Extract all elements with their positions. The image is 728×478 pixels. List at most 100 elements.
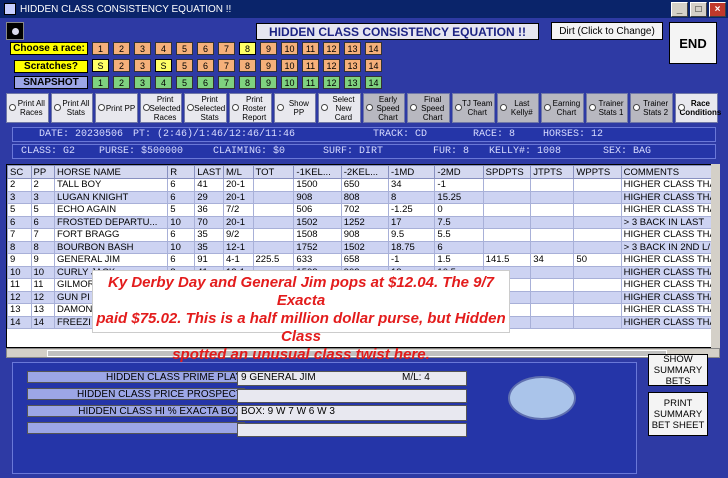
table-row[interactable]: 7 7 FORT BRAGG 6 35 9/2 1508 908 9.5 5.5 HIGHER CL…: [7, 228, 719, 242]
furlongs-value: FUR: 8: [433, 146, 470, 157]
column-header[interactable]: R: [167, 165, 196, 179]
surface-toggle-button[interactable]: Dirt (Click to Change): [551, 22, 663, 40]
option-final-speed-chart[interactable]: Final Speed Chart: [407, 93, 450, 123]
race-button-10[interactable]: 10: [281, 42, 298, 55]
column-header[interactable]: -2MD: [434, 165, 484, 179]
radio-icon[interactable]: [677, 104, 685, 111]
show-summary-bets-button[interactable]: SHOW SUMMARY BETS: [648, 354, 708, 387]
option-print-all-races[interactable]: Print All Races: [6, 93, 49, 123]
scratch-button-9[interactable]: 9: [260, 59, 277, 72]
radio-icon[interactable]: [53, 104, 61, 111]
race-button-2[interactable]: 2: [113, 42, 130, 55]
option-print-selected-stats[interactable]: Print Selected Stats: [184, 93, 227, 123]
print-summary-bet-sheet-button[interactable]: PRINT SUMMARY BET SHEET: [648, 392, 708, 436]
column-header[interactable]: PP: [30, 165, 55, 179]
radio-icon[interactable]: [276, 104, 284, 111]
snapshot-button-9[interactable]: 9: [260, 76, 277, 89]
radio-icon[interactable]: [231, 104, 239, 111]
scratch-button-14[interactable]: 14: [365, 59, 382, 72]
radio-icon[interactable]: [499, 104, 507, 111]
scratch-button-11[interactable]: 11: [302, 59, 319, 72]
column-header[interactable]: SPDPTS: [482, 165, 532, 179]
snapshot-button-6[interactable]: 6: [197, 76, 214, 89]
option-show-pp[interactable]: Show PP: [273, 93, 317, 123]
scratch-button-5[interactable]: 5: [176, 59, 193, 72]
table-row[interactable]: 8 8 BOURBON BASH 10 35 12-1 1752 1502 18.75 6 > 3 …: [7, 240, 719, 254]
column-header[interactable]: WPPTS: [573, 165, 622, 179]
option-earning-chart[interactable]: Earning Chart: [541, 93, 584, 123]
option-tj-team-chart[interactable]: TJ Team Chart: [451, 93, 495, 123]
radio-icon[interactable]: [9, 104, 16, 111]
race-button-5[interactable]: 5: [176, 42, 193, 55]
scratch-button-1[interactable]: S: [92, 59, 109, 72]
option-race-conditions[interactable]: Race Conditions: [674, 93, 721, 123]
table-row[interactable]: 2 2 TALL BOY 6 41 20-1 1500 650 34 -1 HIGHER CLASS…: [7, 178, 719, 192]
minimize-button[interactable]: _: [671, 1, 688, 17]
scratch-button-7[interactable]: 7: [218, 59, 235, 72]
column-header[interactable]: HORSE NAME: [53, 165, 169, 179]
snapshot-button-14[interactable]: 14: [365, 76, 382, 89]
option-trainer-stats-2[interactable]: Trainer Stats 2: [630, 93, 673, 123]
scratch-button-12[interactable]: 12: [323, 59, 340, 72]
table-cell: [530, 278, 575, 292]
race-button-9[interactable]: 9: [260, 42, 277, 55]
snapshot-button-2[interactable]: 2: [113, 76, 130, 89]
column-header[interactable]: M/L: [223, 165, 254, 179]
snapshot-button-13[interactable]: 13: [344, 76, 361, 89]
close-button[interactable]: ×: [709, 1, 726, 17]
race-button-14[interactable]: 14: [365, 42, 382, 55]
radio-icon[interactable]: [454, 104, 462, 111]
scratch-button-10[interactable]: 10: [281, 59, 298, 72]
race-button-4[interactable]: 4: [155, 42, 172, 55]
scratch-button-3[interactable]: 3: [134, 59, 151, 72]
race-button-3[interactable]: 3: [134, 42, 151, 55]
scratch-button-2[interactable]: 2: [113, 59, 130, 72]
column-header[interactable]: -1MD: [387, 165, 436, 179]
radio-icon[interactable]: [588, 104, 596, 111]
column-header[interactable]: LAST: [194, 165, 225, 179]
race-button-13[interactable]: 13: [344, 42, 361, 55]
end-button[interactable]: END: [669, 22, 717, 64]
snapshot-button-1[interactable]: 1: [92, 76, 109, 89]
table-row[interactable]: 6 6 FROSTED DEPARTU... 10 70 20-1 1502 1252 17 7.…: [7, 215, 719, 229]
option-last-kelly-[interactable]: Last Kelly#: [496, 93, 540, 123]
race-button-12[interactable]: 12: [323, 42, 340, 55]
column-header[interactable]: -2KEL...: [340, 165, 389, 179]
scratch-button-8[interactable]: 8: [239, 59, 256, 72]
race-button-6[interactable]: 6: [197, 42, 214, 55]
option-print-selected-races[interactable]: Print Selected Races: [139, 93, 183, 123]
option-print-roster-report[interactable]: Print Roster Report: [228, 93, 272, 123]
column-header[interactable]: -1KEL...: [293, 165, 342, 179]
snapshot-button-3[interactable]: 3: [134, 76, 151, 89]
column-header[interactable]: JTPTS: [530, 165, 575, 179]
snapshot-button-12[interactable]: 12: [323, 76, 340, 89]
snapshot-button-10[interactable]: 10: [281, 76, 298, 89]
race-button-8[interactable]: 8: [239, 42, 256, 55]
race-button-7[interactable]: 7: [218, 42, 235, 55]
column-header[interactable]: TOT: [252, 165, 295, 179]
snapshot-button-11[interactable]: 11: [302, 76, 319, 89]
table-vertical-scrollbar[interactable]: [711, 164, 720, 348]
snapshot-button-8[interactable]: 8: [239, 76, 256, 89]
maximize-button[interactable]: □: [690, 1, 707, 17]
scratch-button-4[interactable]: S: [155, 59, 172, 72]
radio-icon[interactable]: [142, 104, 150, 111]
race-button-11[interactable]: 11: [302, 42, 319, 55]
column-header[interactable]: SC: [7, 165, 32, 179]
table-row[interactable]: 5 5 ECHO AGAIN 5 36 7/2 506 702 -1.25 0 HIGHER CLA…: [7, 203, 719, 217]
race-button-1[interactable]: 1: [92, 42, 109, 55]
option-print-all-stats[interactable]: Print All Stats: [50, 93, 94, 123]
option-early-speed-chart[interactable]: Early Speed Chart: [362, 93, 406, 123]
scratch-button-13[interactable]: 13: [344, 59, 361, 72]
scratch-button-6[interactable]: 6: [197, 59, 214, 72]
option-trainer-stats-1[interactable]: Trainer Stats 1: [585, 93, 629, 123]
radio-icon[interactable]: [365, 104, 373, 111]
snapshot-button-7[interactable]: 7: [218, 76, 235, 89]
snapshot-button-4[interactable]: 4: [155, 76, 172, 89]
table-row[interactable]: 3 3 LUGAN KNIGHT 6 29 20-1 908 808 8 15.25 HIGHER …: [7, 190, 719, 204]
table-row[interactable]: 9 9 GENERAL JIM 6 91 4-1 225.5 633 658 -1 1.5 141.5…: [7, 253, 719, 267]
option-select-new-card[interactable]: Select New Card: [318, 93, 361, 123]
option-print-pp[interactable]: Print PP: [95, 93, 138, 123]
column-header[interactable]: COMMENTS: [620, 165, 719, 179]
snapshot-button-5[interactable]: 5: [176, 76, 193, 89]
